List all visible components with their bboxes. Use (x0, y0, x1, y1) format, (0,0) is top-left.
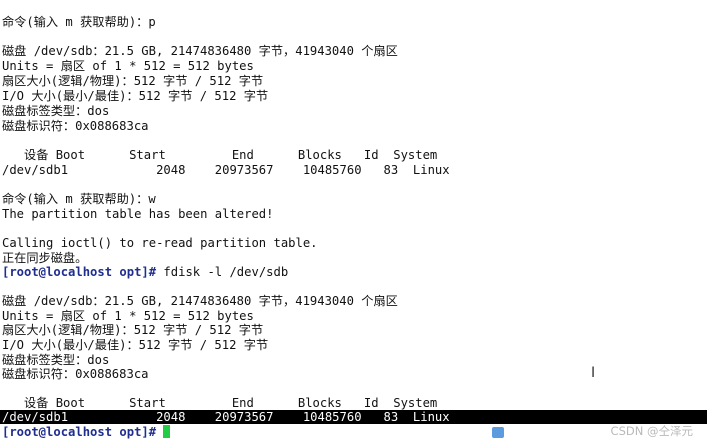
shell-prompt-2: [root@localhost opt]# (2, 425, 157, 439)
shell-command-line: [root@localhost opt]# fdisk -l /dev/sdb (2, 265, 288, 279)
shell-command: fdisk -l /dev/sdb (156, 265, 289, 279)
sector-size-line-2: 扇区大小(逻辑/物理)：512 字节 / 512 字节 (2, 323, 264, 337)
io-size-line-2: I/O 大小(最小/最佳)：512 字节 / 512 字节 (2, 338, 269, 352)
disk-identifier-line: 磁盘标识符：0x088683ca (2, 119, 149, 133)
disk-identifier-line-2: 磁盘标识符：0x088683ca (2, 367, 149, 381)
shell-prompt: [root@localhost opt]# (2, 265, 157, 279)
units-line: Units = 扇区 of 1 * 512 = 512 bytes (2, 59, 254, 73)
terminal-window[interactable]: 命令(输入 m 获取帮助)：p 磁盘 /dev/sdb：21.5 GB, 214… (0, 0, 707, 445)
partition-table-header: 设备 Boot Start End Blocks Id System (2, 148, 438, 162)
partition-table-row: /dev/sdb1 2048 20973567 10485760 83 Linu… (2, 163, 450, 177)
disk-info-line-2: 磁盘 /dev/sdb：21.5 GB, 21474836480 字节，4194… (2, 294, 398, 308)
partition-table-row-2[interactable]: /dev/sdb1 2048 20973567 10485760 83 Linu… (2, 410, 450, 424)
io-size-line: I/O 大小(最小/最佳)：512 字节 / 512 字节 (2, 89, 269, 103)
command-prompt-line-w: 命令(输入 m 获取帮助)：w (2, 192, 156, 206)
disk-info-line: 磁盘 /dev/sdb：21.5 GB, 21474836480 字节，4194… (2, 44, 398, 58)
table-altered-line: The partition table has been altered! (2, 207, 274, 221)
watermark: CSDN @仝泽元 (610, 424, 693, 438)
command-prompt-line-p: 命令(输入 m 获取帮助)：p (2, 15, 156, 29)
shell-prompt-line[interactable]: [root@localhost opt]# (2, 425, 171, 439)
units-line-2: Units = 扇区 of 1 * 512 = 512 bytes (2, 309, 254, 323)
taskbar-app-icon[interactable] (492, 427, 504, 438)
terminal-cursor (163, 425, 171, 438)
i-beam-cursor-icon: I (591, 365, 596, 381)
syncing-line: 正在同步磁盘。 (2, 251, 88, 265)
ioctl-line: Calling ioctl() to re-read partition tab… (2, 236, 318, 250)
label-type-line-2: 磁盘标签类型：dos (2, 353, 110, 367)
sector-size-line: 扇区大小(逻辑/物理)：512 字节 / 512 字节 (2, 74, 264, 88)
label-type-line: 磁盘标签类型：dos (2, 104, 110, 118)
partition-table-header-2: 设备 Boot Start End Blocks Id System (2, 396, 438, 410)
